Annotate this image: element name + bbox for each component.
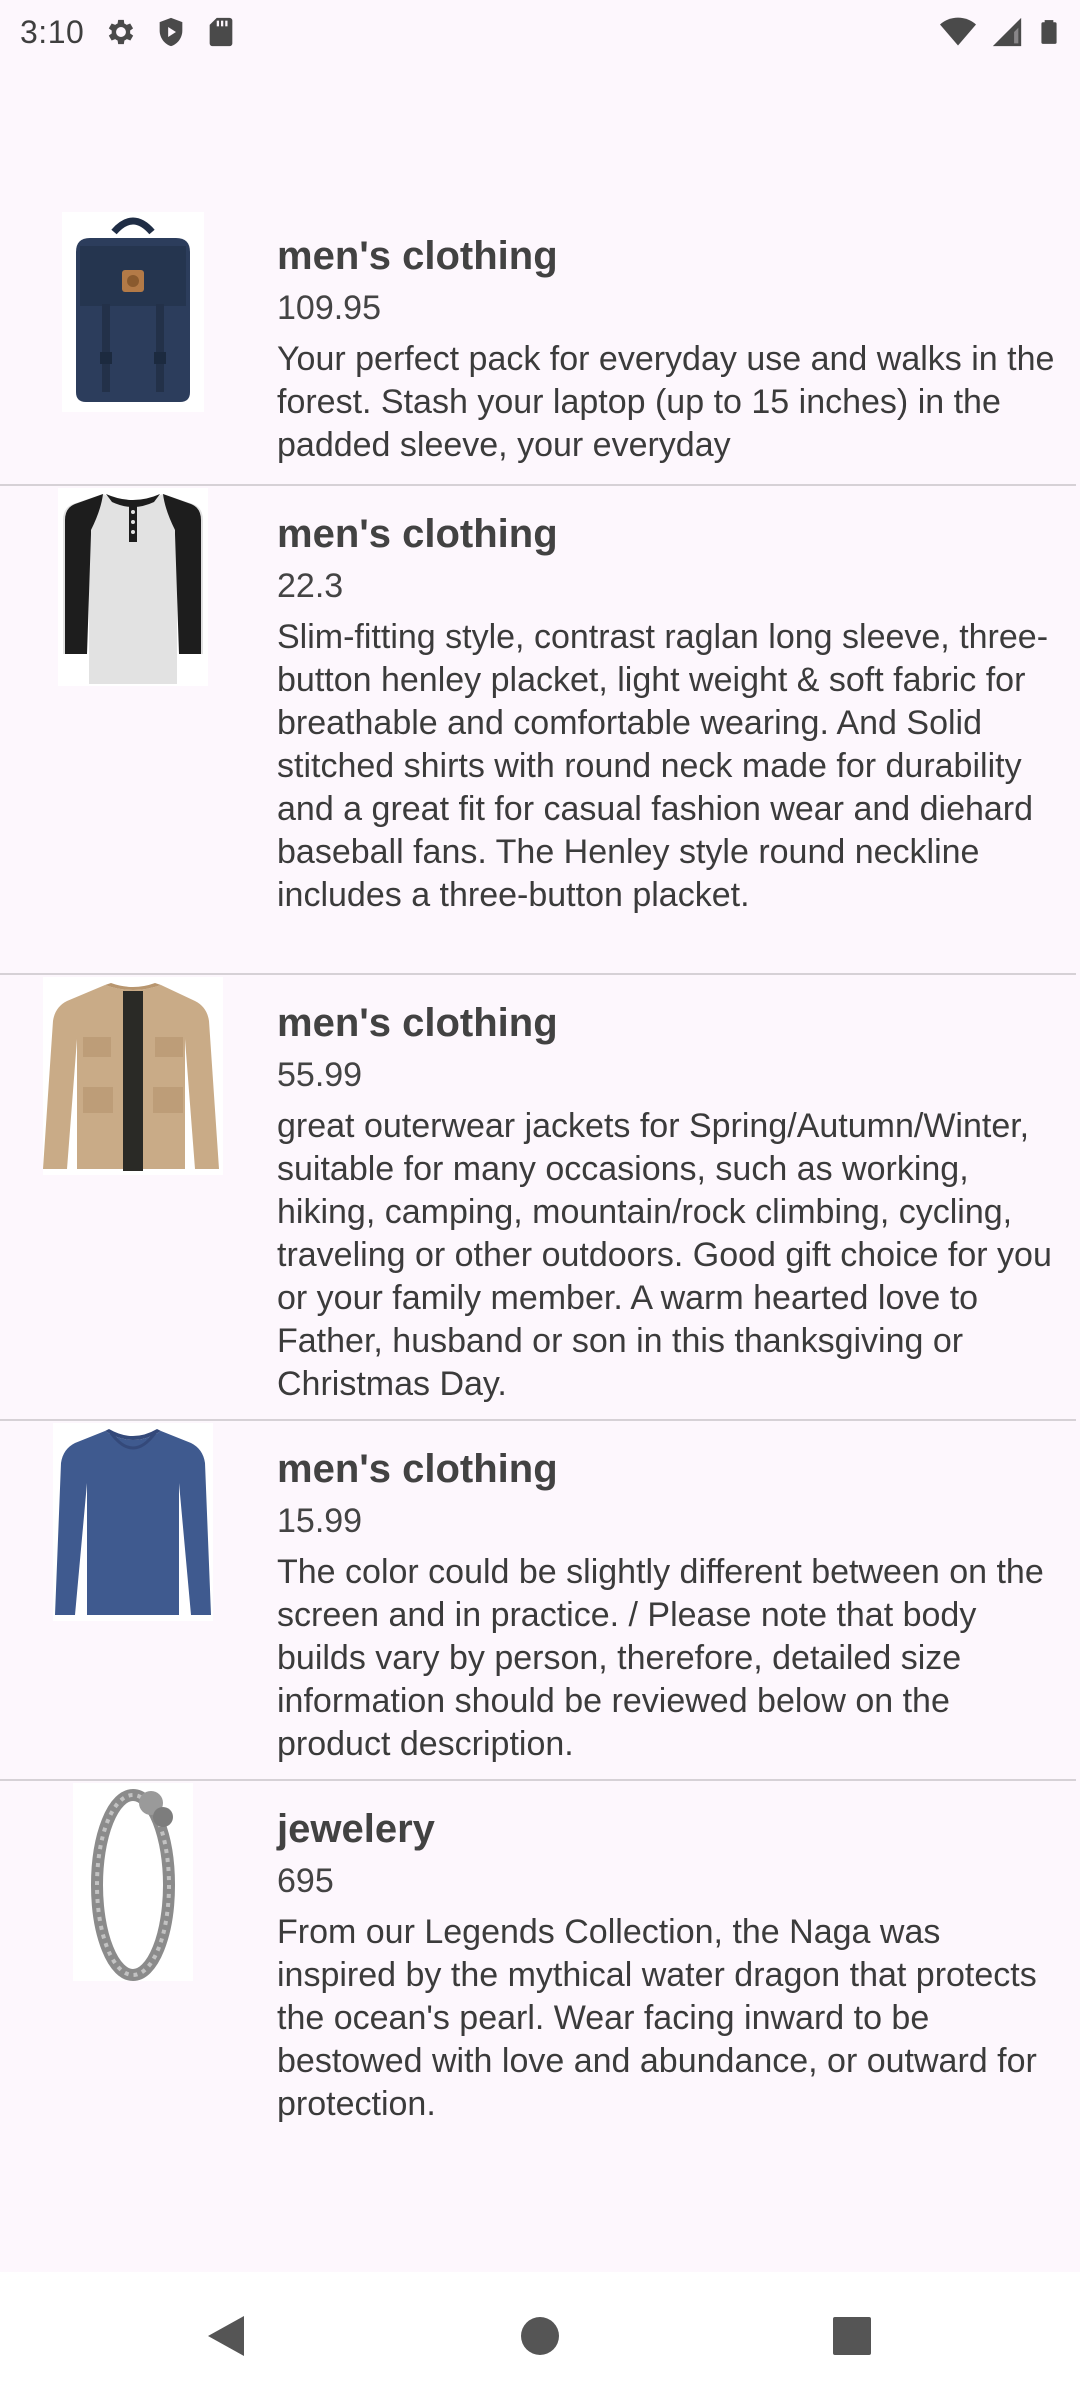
recents-icon <box>833 2317 871 2355</box>
product-price: 109.95 <box>277 289 381 327</box>
product-price: 55.99 <box>277 1056 363 1094</box>
product-price: 695 <box>277 1862 334 1900</box>
home-icon <box>521 2317 559 2355</box>
signal-icon <box>992 17 1022 47</box>
status-system-icons <box>938 14 1062 50</box>
shield-play-icon <box>159 17 183 47</box>
product-description: Your perfect pack for everyday use and w… <box>277 340 1055 464</box>
shirt-icon <box>57 488 208 686</box>
product-thumbnail <box>0 1423 265 1621</box>
product-item[interactable]: jewelery 695 From our Legends Collection… <box>0 1781 1076 2141</box>
home-button[interactable] <box>470 2272 610 2400</box>
product-thumbnail <box>0 488 265 686</box>
product-category: jewelery <box>277 1807 435 1851</box>
status-bar: 3:10 <box>0 0 1080 64</box>
product-item[interactable]: men's clothing 15.99 The color could be … <box>0 1421 1076 1781</box>
product-price: 22.3 <box>277 567 344 605</box>
product-info: men's clothing 55.99 great outerwear jac… <box>277 975 1080 1419</box>
back-icon <box>208 2316 244 2356</box>
product-thumbnail <box>0 1783 265 1981</box>
bracelet-icon <box>72 1783 193 1981</box>
product-list[interactable]: men's clothing 109.95 Your perfect pack … <box>0 208 1080 2141</box>
product-description: great outerwear jackets for Spring/Autum… <box>277 1107 1052 1403</box>
product-image-bracelet <box>72 1783 193 1981</box>
jacket-icon <box>42 977 223 1175</box>
product-price: 15.99 <box>277 1502 363 1540</box>
product-item[interactable]: men's clothing 109.95 Your perfect pack … <box>0 208 1076 486</box>
product-category: men's clothing <box>277 512 558 556</box>
sd-card-icon <box>209 17 233 47</box>
product-thumbnail <box>0 212 265 412</box>
gear-icon <box>109 19 134 45</box>
product-description: The color could be slightly different be… <box>277 1553 1044 1763</box>
product-description: Slim-fitting style, contrast raglan long… <box>277 618 1049 914</box>
back-button[interactable] <box>156 2272 296 2400</box>
product-info: men's clothing 15.99 The color could be … <box>277 1421 1080 1779</box>
product-info: men's clothing 22.3 Slim-fitting style, … <box>277 486 1080 973</box>
recents-button[interactable] <box>782 2272 922 2400</box>
product-thumbnail <box>0 977 265 1175</box>
status-time: 3:10 <box>20 13 85 50</box>
status-left: 3:10 <box>20 14 238 51</box>
product-category: men's clothing <box>277 1447 558 1491</box>
tee-icon <box>52 1423 213 1621</box>
product-image-henley-shirt <box>57 488 208 686</box>
product-image-long-sleeve-tee <box>52 1423 213 1621</box>
product-item[interactable]: men's clothing 22.3 Slim-fitting style, … <box>0 486 1076 975</box>
product-category: men's clothing <box>277 234 558 278</box>
product-image-jacket <box>42 977 223 1175</box>
product-description: From our Legends Collection, the Naga wa… <box>277 1913 1037 2123</box>
product-info: jewelery 695 From our Legends Collection… <box>277 1781 1080 2141</box>
product-item[interactable]: men's clothing 55.99 great outerwear jac… <box>0 975 1076 1421</box>
wifi-icon <box>940 17 976 46</box>
product-image-backpack <box>61 212 204 412</box>
battery-icon <box>1041 20 1057 44</box>
product-info: men's clothing 109.95 Your perfect pack … <box>277 208 1080 484</box>
status-notification-icons <box>104 15 238 49</box>
backpack-icon <box>61 212 204 412</box>
product-category: men's clothing <box>277 1001 558 1045</box>
navigation-bar <box>0 2272 1080 2400</box>
